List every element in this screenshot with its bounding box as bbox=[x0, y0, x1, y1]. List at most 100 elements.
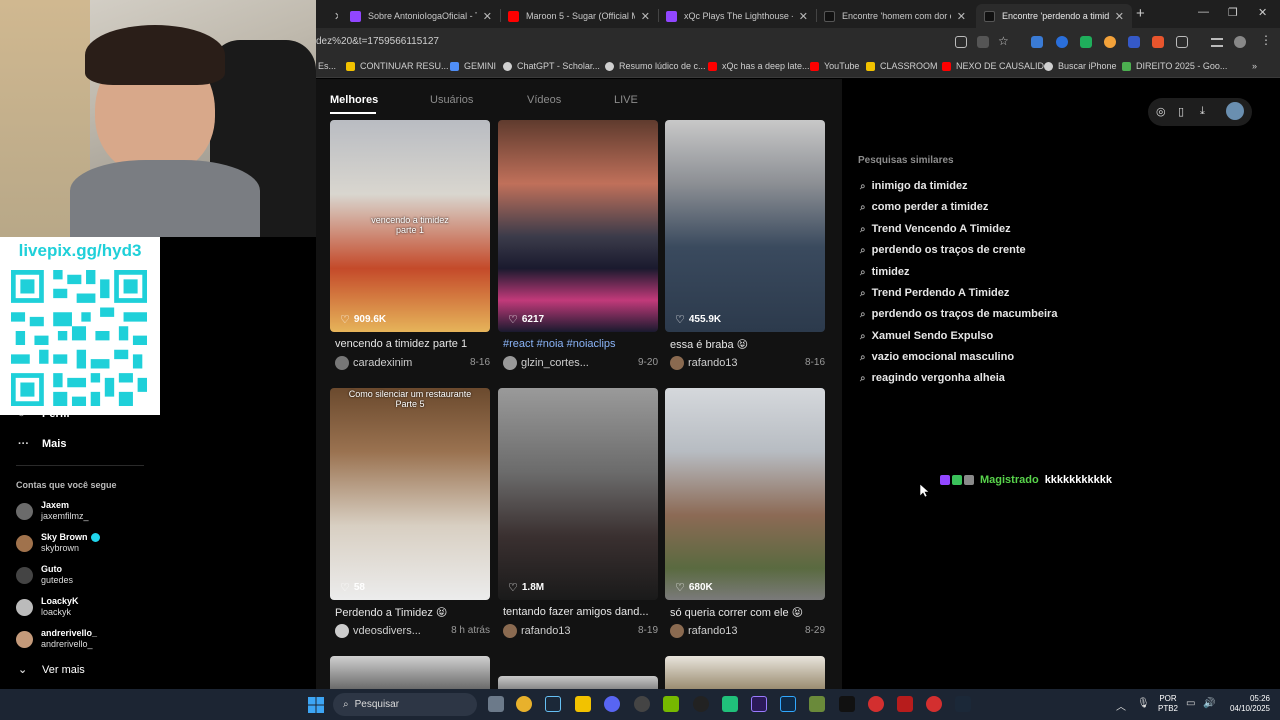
tab-usuarios[interactable]: Usuários bbox=[430, 94, 473, 106]
puzzle-icon[interactable] bbox=[1176, 36, 1188, 48]
extension-icon[interactable] bbox=[1056, 36, 1068, 48]
followed-account[interactable]: Guto gutedes bbox=[16, 564, 73, 586]
video-card[interactable]: ♡ 680K só queria correr com ele 😝 rafando… bbox=[665, 388, 825, 648]
bookmark-item[interactable]: YouTube bbox=[810, 61, 859, 71]
bookmarks-overflow-icon[interactable]: » bbox=[1252, 61, 1257, 71]
sidebar-item-mais[interactable]: ··· Mais bbox=[18, 438, 66, 450]
video-author[interactable]: caradexinim bbox=[335, 356, 412, 370]
bookmark-item[interactable]: xQc has a deep late... bbox=[708, 61, 810, 71]
bookmark-item[interactable]: CLASSROOM bbox=[866, 61, 938, 71]
minecraft-icon[interactable] bbox=[809, 696, 825, 712]
app-icon[interactable] bbox=[722, 696, 738, 712]
related-search-item[interactable]: ⌕ perdendo os traços de crente bbox=[860, 244, 1026, 256]
translate-icon[interactable] bbox=[977, 36, 989, 48]
keyboard-language[interactable]: POR PTB2 bbox=[1158, 694, 1178, 714]
video-card[interactable]: ♡ 6217 #react #noia #noiaclips glzin_cort… bbox=[498, 120, 658, 380]
app-icon[interactable] bbox=[839, 696, 855, 712]
tab-live[interactable]: LIVE bbox=[614, 94, 638, 106]
video-thumbnail[interactable]: ♡ 680K bbox=[665, 388, 825, 600]
bookmark-item[interactable]: CONTINUAR RESU... bbox=[346, 61, 449, 71]
more-icon[interactable]: ⋮ bbox=[1260, 33, 1272, 47]
video-card[interactable]: ♡ 455.9K essa é braba 😝 rafando13 8-16 bbox=[665, 120, 825, 380]
app-icon[interactable] bbox=[897, 696, 913, 712]
tab-videos[interactable]: Vídeos bbox=[527, 94, 561, 106]
profile-avatar[interactable] bbox=[1234, 36, 1246, 48]
video-card[interactable]: vencendo a timidez parte 1 ♡ 909.6K vence… bbox=[330, 120, 490, 380]
related-search-item[interactable]: ⌕ Xamuel Sendo Expulso bbox=[860, 330, 993, 342]
steam-icon[interactable] bbox=[955, 696, 971, 712]
new-tab-button[interactable]: + bbox=[1136, 5, 1145, 22]
video-card[interactable]: ♡ 1.8M tentando fazer amigos dand... rafa… bbox=[498, 388, 658, 648]
phone-icon[interactable]: ▯ bbox=[1178, 105, 1184, 118]
close-icon[interactable]: ✕ bbox=[483, 10, 492, 23]
cast-icon[interactable] bbox=[955, 36, 967, 48]
taskbar-search[interactable]: ⌕ Pesquisar bbox=[333, 693, 477, 716]
close-icon[interactable]: ✕ bbox=[334, 10, 338, 23]
app-icon[interactable] bbox=[693, 696, 709, 712]
tab-twitch-antonio[interactable]: Sobre AntonioIogaOficial - Tw ✕ bbox=[342, 4, 500, 28]
video-thumbnail[interactable]: vencendo a timidez parte 1 ♡ 909.6K bbox=[330, 120, 490, 332]
video-thumbnail[interactable]: ♡ 455.9K bbox=[665, 120, 825, 332]
followed-account[interactable]: Jaxem jaxemfilmz_ bbox=[16, 500, 89, 522]
close-icon[interactable]: ✕ bbox=[1115, 10, 1124, 23]
video-title[interactable]: Perdendo a Timidez 😝 bbox=[335, 606, 490, 619]
video-title[interactable]: #react #noia #noiaclips bbox=[503, 338, 658, 350]
task-view-icon[interactable] bbox=[488, 696, 504, 712]
extension-icon[interactable] bbox=[1152, 36, 1164, 48]
close-icon[interactable]: ✕ bbox=[641, 10, 650, 23]
menu-icon[interactable] bbox=[1211, 38, 1223, 47]
video-author[interactable]: rafando13 bbox=[670, 624, 738, 638]
related-search-item[interactable]: ⌕ como perder a timidez bbox=[860, 201, 988, 213]
discord-icon[interactable] bbox=[604, 696, 620, 712]
url-field[interactable]: dez%20&t=1759566115127 bbox=[316, 36, 439, 47]
nvidia-icon[interactable] bbox=[663, 696, 679, 712]
video-thumbnail[interactable]: ♡ 6217 bbox=[498, 120, 658, 332]
video-author[interactable]: rafando13 bbox=[503, 624, 571, 638]
bookmark-item[interactable]: Buscar iPhone bbox=[1044, 61, 1117, 71]
app-icon[interactable] bbox=[634, 696, 650, 712]
tray-chevron-icon[interactable]: ︿ bbox=[1116, 698, 1126, 713]
volume-icon[interactable]: 🔊 bbox=[1203, 698, 1215, 709]
window-close-icon[interactable]: ✕ bbox=[1258, 6, 1267, 19]
video-author[interactable]: rafando13 bbox=[670, 356, 738, 370]
tab-youtube-maroon5[interactable]: Maroon 5 - Sugar (Official Mu ✕ bbox=[500, 4, 658, 28]
video-card[interactable]: Como silenciar um restaurante Parte 5 ♡ 5… bbox=[330, 388, 490, 648]
file-explorer-icon[interactable] bbox=[575, 696, 591, 712]
video-thumbnail[interactable]: Como silenciar um restaurante Parte 5 ♡ 5… bbox=[330, 388, 490, 600]
related-search-item[interactable]: ⌕ Trend Vencendo A Timidez bbox=[860, 223, 1011, 235]
video-thumbnail[interactable] bbox=[498, 676, 658, 689]
followed-account[interactable]: Sky Brown skybrown bbox=[16, 532, 100, 554]
followed-account[interactable]: andrerivello_ andrerivello_ bbox=[16, 628, 97, 650]
minimize-icon[interactable]: — bbox=[1198, 6, 1209, 18]
followed-account[interactable]: LoackyK loackyk bbox=[16, 596, 79, 618]
shield-icon[interactable] bbox=[1080, 36, 1092, 48]
premiere-icon[interactable] bbox=[751, 696, 767, 712]
video-thumbnail[interactable] bbox=[665, 656, 825, 689]
close-icon[interactable]: ✕ bbox=[957, 10, 966, 23]
related-search-item[interactable]: ⌕ timidez bbox=[860, 266, 910, 278]
bookmark-item[interactable]: Resumo lúdico de c... bbox=[605, 61, 706, 71]
microphone-icon[interactable]: 🎙 bbox=[1137, 698, 1150, 709]
app-icon[interactable] bbox=[926, 696, 942, 712]
tab-tiktok-homem[interactable]: Encontre 'homem com dor de g ✕ bbox=[816, 4, 974, 28]
bookmark-item[interactable]: GEMINI bbox=[450, 61, 496, 71]
bookmark-item[interactable]: ChatGPT - Scholar... bbox=[503, 61, 600, 71]
video-title[interactable]: vencendo a timidez parte 1 bbox=[335, 338, 490, 350]
related-search-item[interactable]: ⌕ perdendo os traços de macumbeira bbox=[860, 308, 1057, 320]
extension-icon[interactable] bbox=[1031, 36, 1043, 48]
tab-close-partial[interactable]: ✕ bbox=[320, 4, 338, 28]
video-thumbnail[interactable]: ♡ 1.8M bbox=[498, 388, 658, 600]
related-search-item[interactable]: ⌕ inimigo da timidez bbox=[860, 180, 968, 192]
video-author[interactable]: glzin_cortes... bbox=[503, 356, 589, 370]
clock[interactable]: 05:26 04/10/2025 bbox=[1222, 694, 1270, 714]
related-search-item[interactable]: ⌕ vazio emocional masculino bbox=[860, 351, 1014, 363]
bookmark-item[interactable]: NEXO DE CAUSALID... bbox=[942, 61, 1052, 71]
bookmark-item[interactable]: DIREITO 2025 - Goo... bbox=[1122, 61, 1227, 71]
star-icon[interactable]: ☆ bbox=[998, 34, 1010, 48]
extension-icon[interactable] bbox=[1128, 36, 1140, 48]
bookmark-item[interactable]: Es... bbox=[318, 61, 336, 71]
tab-melhores[interactable]: Melhores bbox=[330, 94, 378, 106]
chrome-icon[interactable] bbox=[516, 696, 532, 712]
network-icon[interactable]: ▭ bbox=[1186, 698, 1195, 709]
maximize-icon[interactable]: ❐ bbox=[1228, 6, 1238, 19]
